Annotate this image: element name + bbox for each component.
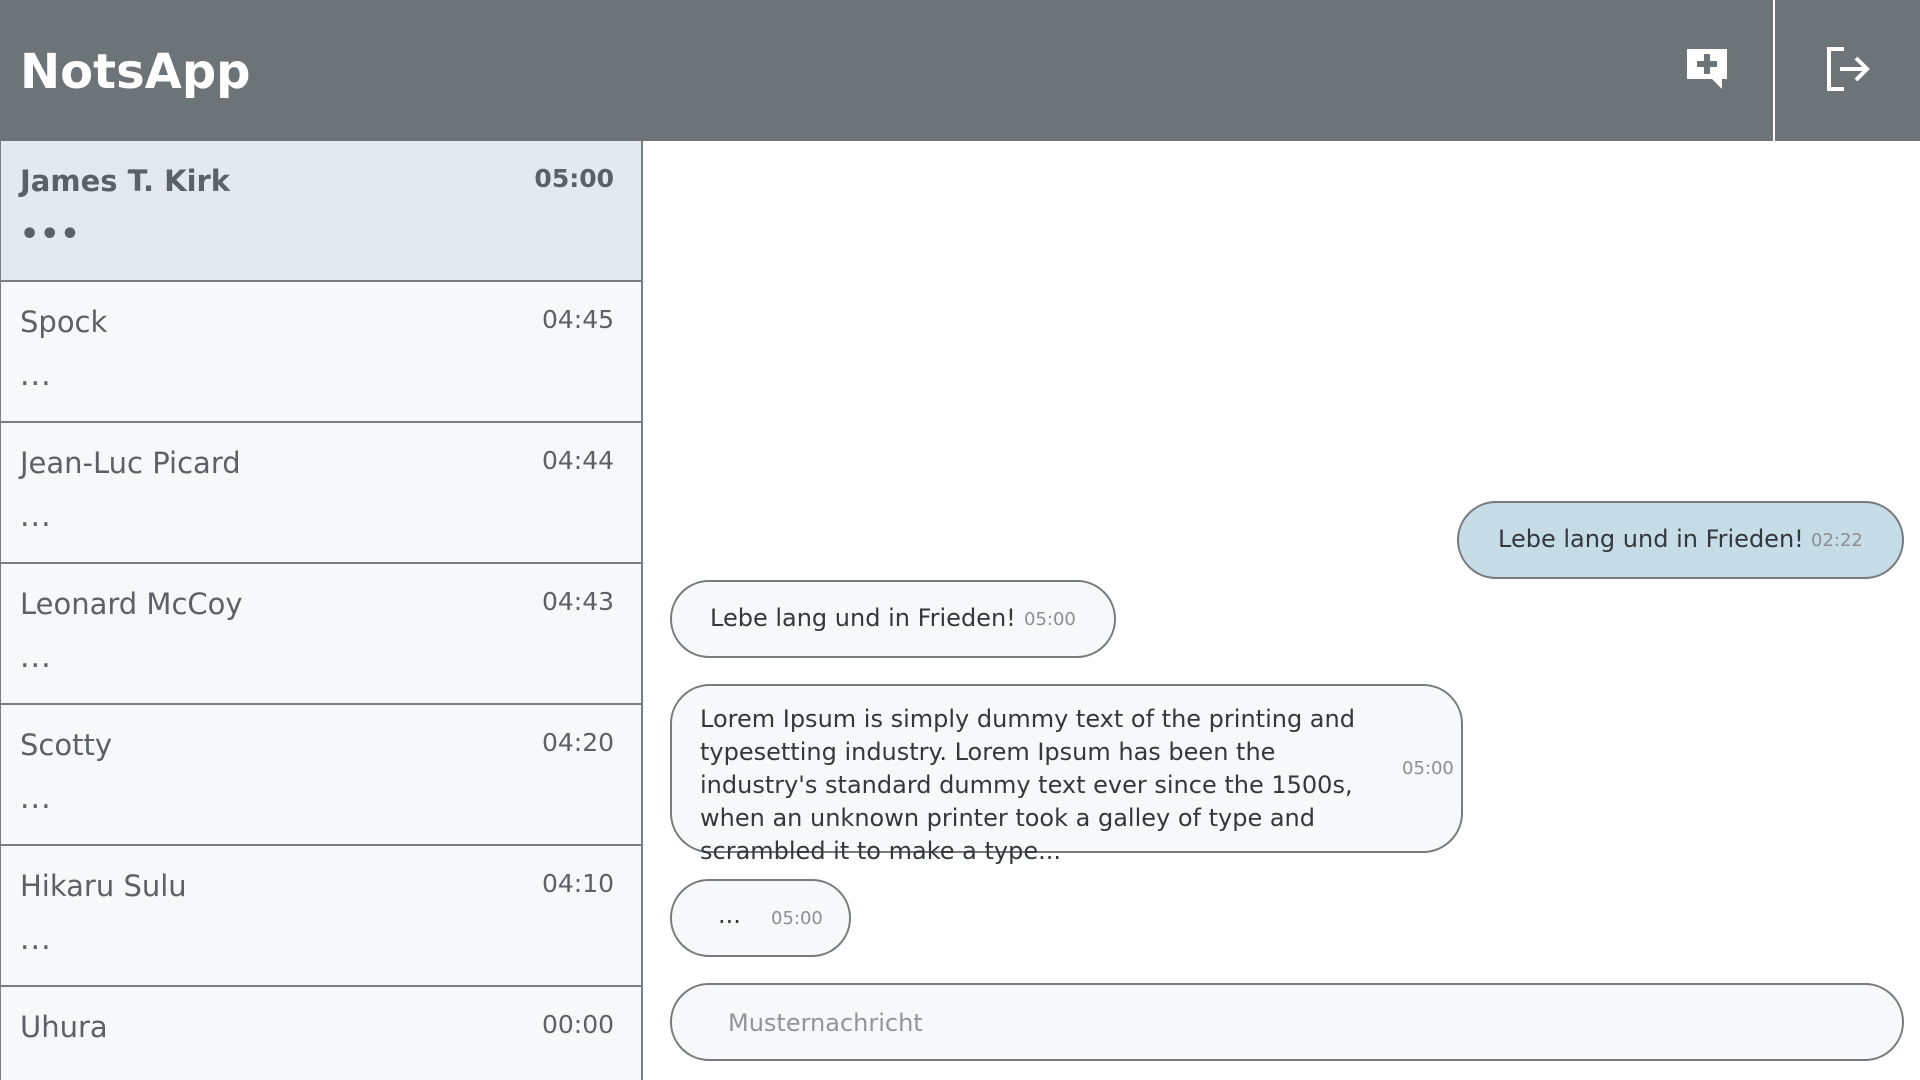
- chat-preview: ...: [20, 358, 52, 393]
- message-time: 05:00: [771, 908, 823, 929]
- chat-preview: ...: [20, 499, 52, 534]
- message-time: 02:22: [1811, 530, 1863, 551]
- chat-preview: ...: [20, 640, 52, 675]
- chat-preview: •••: [20, 217, 81, 252]
- message-text: ...: [718, 901, 741, 929]
- chat-time: 00:00: [541, 1010, 614, 1039]
- chat-preview: ...: [20, 922, 52, 957]
- message-text: Lorem Ipsum is simply dummy text of the …: [700, 705, 1355, 865]
- chat-name: Jean-Luc Picard: [20, 446, 241, 480]
- logout-button[interactable]: [1775, 0, 1920, 141]
- message-input[interactable]: [726, 995, 1876, 1051]
- message-text: Lebe lang und in Frieden!: [710, 604, 1016, 632]
- chat-list-item-picard[interactable]: Jean-Luc Picard 04:44 ...: [0, 423, 641, 564]
- message-text: Lebe lang und in Frieden!: [1498, 525, 1804, 553]
- chat-name: Hikaru Sulu: [20, 869, 187, 903]
- chat-name: James T. Kirk: [20, 164, 231, 198]
- message-composer: [670, 983, 1904, 1061]
- chat-time: 04:20: [541, 728, 614, 757]
- message-bubble-received: ... 05:00: [670, 879, 851, 957]
- chat-list-item-james-kirk[interactable]: James T. Kirk 05:00 •••: [0, 141, 641, 282]
- chat-list-item-uhura[interactable]: Uhura 00:00: [0, 987, 641, 1080]
- chat-list-item-sulu[interactable]: Hikaru Sulu 04:10 ...: [0, 846, 641, 987]
- chat-list: James T. Kirk 05:00 ••• Spock 04:45 ... …: [0, 141, 643, 1080]
- chat-list-item-spock[interactable]: Spock 04:45 ...: [0, 282, 641, 423]
- chat-name: Spock: [20, 305, 108, 339]
- chat-name: Leonard McCoy: [20, 587, 243, 621]
- chat-time: 05:00: [534, 164, 614, 193]
- app-title: NotsApp: [20, 44, 251, 100]
- chat-preview: ...: [20, 781, 52, 816]
- logout-icon: [1824, 46, 1872, 96]
- chat-list-item-scotty[interactable]: Scotty 04:20 ...: [0, 705, 641, 846]
- app-header: NotsApp: [0, 0, 1920, 141]
- message-plus-icon: [1684, 46, 1730, 96]
- message-bubble-received: Lebe lang und in Frieden! 05:00: [670, 580, 1116, 658]
- chat-time: 04:43: [541, 587, 614, 616]
- chat-time: 04:45: [541, 305, 614, 334]
- message-bubble-received: Lorem Ipsum is simply dummy text of the …: [670, 684, 1463, 865]
- message-time: 05:00: [1024, 609, 1076, 630]
- message-bubble-sent: Lebe lang und in Frieden! 02:22: [1457, 501, 1904, 579]
- chat-time: 04:10: [541, 869, 614, 898]
- chat-name: Scotty: [20, 728, 112, 762]
- chat-list-item-mccoy[interactable]: Leonard McCoy 04:43 ...: [0, 564, 641, 705]
- message-time: 05:00: [1402, 758, 1454, 779]
- new-chat-button[interactable]: [1640, 0, 1774, 141]
- chat-time: 04:44: [541, 446, 614, 475]
- chat-name: Uhura: [20, 1010, 108, 1044]
